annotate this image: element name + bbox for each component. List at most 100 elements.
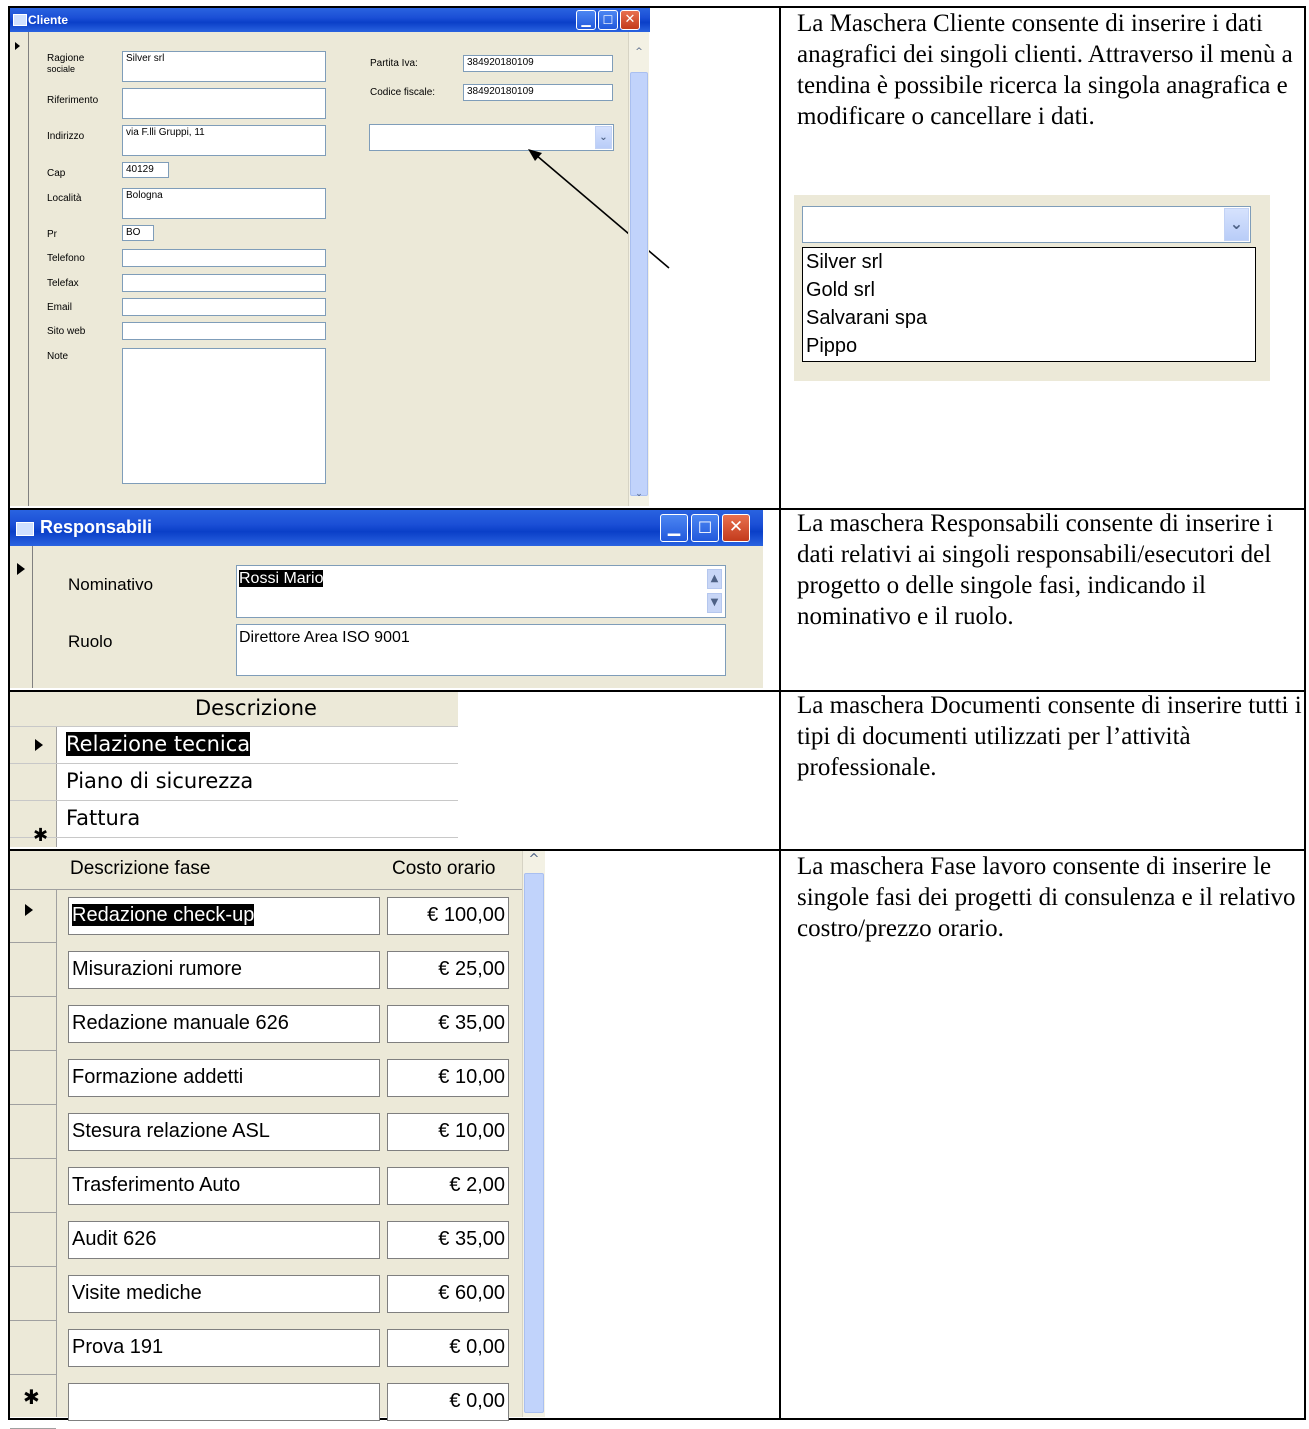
new-record-icon: ✱ xyxy=(33,825,49,846)
close-icon: ✕ xyxy=(728,517,744,537)
list-item[interactable]: Fattura xyxy=(66,806,140,830)
riferimento-field[interactable] xyxy=(122,88,326,119)
record-selector[interactable] xyxy=(10,32,29,506)
table-column-divider xyxy=(779,6,781,1420)
scroll-thumb[interactable] xyxy=(630,72,648,496)
row-divider xyxy=(10,1374,56,1375)
ragione-sociale-field[interactable]: Silver srl xyxy=(122,51,326,82)
telefax-field[interactable] xyxy=(122,274,326,292)
label-localita: Località xyxy=(47,193,82,204)
fase-descrizione-field[interactable]: Trasferimento Auto xyxy=(68,1167,380,1205)
fasi-scrollbar[interactable]: ^ xyxy=(522,851,545,1417)
fase-costo-field[interactable]: € 100,00 xyxy=(387,897,509,935)
fase-costo-field[interactable]: € 10,00 xyxy=(387,1113,509,1151)
record-selector-icon xyxy=(15,42,20,50)
telefono-field[interactable] xyxy=(122,249,326,267)
fase-descrizione-field[interactable]: Visite mediche xyxy=(68,1275,380,1313)
fase-costo-field[interactable]: € 10,00 xyxy=(387,1059,509,1097)
pr-field[interactable]: BO xyxy=(122,225,154,241)
fase-descrizione-field[interactable] xyxy=(68,1383,380,1421)
cliente-scrollbar[interactable]: ^ ⌄ xyxy=(628,32,649,506)
documenti-datasheet: Descrizione Relazione tecnica Piano di s… xyxy=(10,692,458,847)
cliente-dropdown-illustration: ⌄ Silver srl Gold srl Salvarani spa Pipp… xyxy=(794,195,1270,381)
sito-web-field[interactable] xyxy=(122,322,326,340)
close-button[interactable]: ✕ xyxy=(722,514,750,542)
table-border-right xyxy=(1304,6,1306,1420)
list-item[interactable]: Relazione tecnica xyxy=(66,732,251,756)
fase-costo-field[interactable]: € 0,00 xyxy=(387,1329,509,1367)
fasi-selector-column xyxy=(10,889,57,1417)
nominativo-field[interactable]: Rossi Mario ▲ ▼ xyxy=(236,565,726,618)
scroll-up-button[interactable]: ▲ xyxy=(707,569,722,589)
fase-descrizione-value: Redazione check-up xyxy=(72,904,255,926)
fasi-header-costo: Costo orario xyxy=(392,858,496,879)
email-field[interactable] xyxy=(122,298,326,316)
fase-costo-field[interactable]: € 0,00 xyxy=(387,1383,509,1421)
dropdown-list: Silver srl Gold srl Salvarani spa Pippo xyxy=(802,247,1256,362)
list-item[interactable]: Piano di sicurezza xyxy=(66,769,253,793)
scroll-up-button[interactable]: ^ xyxy=(630,46,648,61)
cap-field[interactable]: 40129 xyxy=(122,162,169,178)
scroll-thumb[interactable] xyxy=(524,873,544,1413)
scroll-up-button[interactable]: ^ xyxy=(524,853,544,868)
fase-costo-field[interactable]: € 35,00 xyxy=(387,1221,509,1259)
fase-descrizione-field[interactable]: Stesura relazione ASL xyxy=(68,1113,380,1151)
record-selector[interactable] xyxy=(10,546,33,688)
dropdown-option[interactable]: Gold srl xyxy=(803,276,1255,304)
row-divider xyxy=(10,763,458,764)
label-note: Note xyxy=(47,351,69,362)
responsabili-description: La maschera Responsabili consente di ins… xyxy=(797,510,1274,630)
scroll-down-button[interactable]: ⌄ xyxy=(630,488,648,503)
note-field[interactable] xyxy=(122,348,326,484)
fase-costo-field[interactable]: € 60,00 xyxy=(387,1275,509,1313)
ruolo-field[interactable]: Direttore Area ISO 9001 xyxy=(236,624,726,676)
new-record-icon: ✱ xyxy=(23,1385,40,1409)
row-divider xyxy=(10,1158,56,1159)
label-telefono: Telefono xyxy=(47,253,85,264)
record-selector-icon xyxy=(17,563,25,575)
chevron-down-icon: ⌄ xyxy=(599,132,608,143)
maximize-button[interactable]: ☐ xyxy=(598,10,618,30)
indirizzo-field[interactable]: via F.lli Gruppi, 11 xyxy=(122,125,326,156)
fasi-description: La maschera Fase lavoro consente di inse… xyxy=(797,853,1296,942)
fase-descrizione-field[interactable]: Formazione addetti xyxy=(68,1059,380,1097)
label-indirizzo: Indirizzo xyxy=(47,131,85,142)
fase-descrizione-field[interactable]: Audit 626 xyxy=(68,1221,380,1259)
responsabili-title: Responsabili xyxy=(40,517,153,537)
row-divider xyxy=(10,996,56,997)
label-cap: Cap xyxy=(47,168,66,179)
localita-field[interactable]: Bologna xyxy=(122,188,326,219)
minimize-icon: ▁ xyxy=(667,517,681,536)
scroll-down-button[interactable]: ▼ xyxy=(707,593,722,613)
dropdown-button[interactable]: ⌄ xyxy=(1224,208,1249,241)
row-divider xyxy=(10,1212,56,1213)
dropdown-option[interactable]: Salvarani spa xyxy=(803,304,1255,332)
label-partita-iva: Partita Iva: xyxy=(370,58,418,69)
fase-descrizione-field[interactable]: Redazione check-up xyxy=(68,897,380,935)
close-button[interactable]: ✕ xyxy=(620,10,640,30)
cliente-titlebar[interactable]: Cliente ▁ ☐ ✕ xyxy=(10,8,650,32)
fase-costo-field[interactable]: € 2,00 xyxy=(387,1167,509,1205)
nominativo-scrollbar[interactable]: ▲ ▼ xyxy=(706,569,723,614)
partita-iva-field[interactable]: 384920180109 xyxy=(463,55,613,72)
record-selector-icon xyxy=(25,904,33,916)
minimize-button[interactable]: ▁ xyxy=(576,10,596,30)
responsabili-titlebar[interactable]: Responsabili ▁ ☐ ✕ xyxy=(10,510,763,546)
maximize-button[interactable]: ☐ xyxy=(691,514,719,542)
form-icon xyxy=(16,522,34,536)
fase-descrizione-field[interactable]: Redazione manuale 626 xyxy=(68,1005,380,1043)
fase-descrizione-field[interactable]: Prova 191 xyxy=(68,1329,380,1367)
fase-costo-field[interactable]: € 35,00 xyxy=(387,1005,509,1043)
fase-costo-field[interactable]: € 25,00 xyxy=(387,951,509,989)
label-ruolo: Ruolo xyxy=(68,632,113,651)
codice-fiscale-field[interactable]: 384920180109 xyxy=(463,84,613,101)
label-ragione-sociale-2: sociale xyxy=(47,64,76,74)
row-divider xyxy=(10,800,458,801)
minimize-button[interactable]: ▁ xyxy=(660,514,688,542)
dropdown-option[interactable]: Pippo xyxy=(803,332,1255,360)
maximize-icon: ☐ xyxy=(697,518,713,537)
fase-descrizione-field[interactable]: Misurazioni rumore xyxy=(68,951,380,989)
dropdown-combo[interactable]: ⌄ xyxy=(802,206,1251,243)
label-riferimento: Riferimento xyxy=(47,95,99,106)
dropdown-option[interactable]: Silver srl xyxy=(803,248,1255,276)
